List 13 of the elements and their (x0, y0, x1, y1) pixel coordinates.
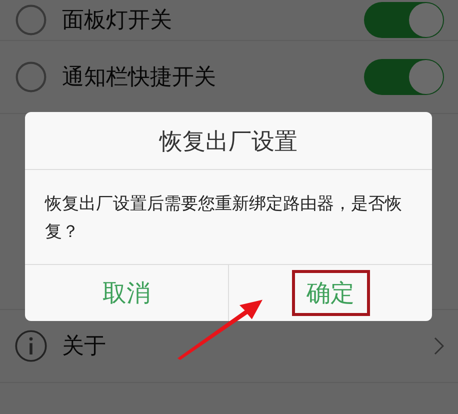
dialog-button[interactable]: 取消 (88, 270, 166, 316)
dialog-message: 恢复出厂设置后需要您重新绑定路由器，是否恢复？ (44, 193, 403, 244)
setting-label: 面板灯开关 (62, 7, 173, 35)
setting-label: 通知栏快捷开关 (62, 64, 217, 92)
dialog-button[interactable]: 确定 (292, 270, 370, 316)
toggle-switch[interactable] (364, 59, 444, 95)
setting-icon (14, 3, 48, 37)
chevron-icon (434, 337, 444, 355)
info-icon (14, 329, 48, 363)
dialog-title: 恢复出厂设置 (25, 112, 432, 170)
setting-icon (14, 60, 48, 94)
toggle-switch[interactable] (364, 2, 444, 38)
setting-label[interactable]: 关于 (62, 331, 420, 361)
